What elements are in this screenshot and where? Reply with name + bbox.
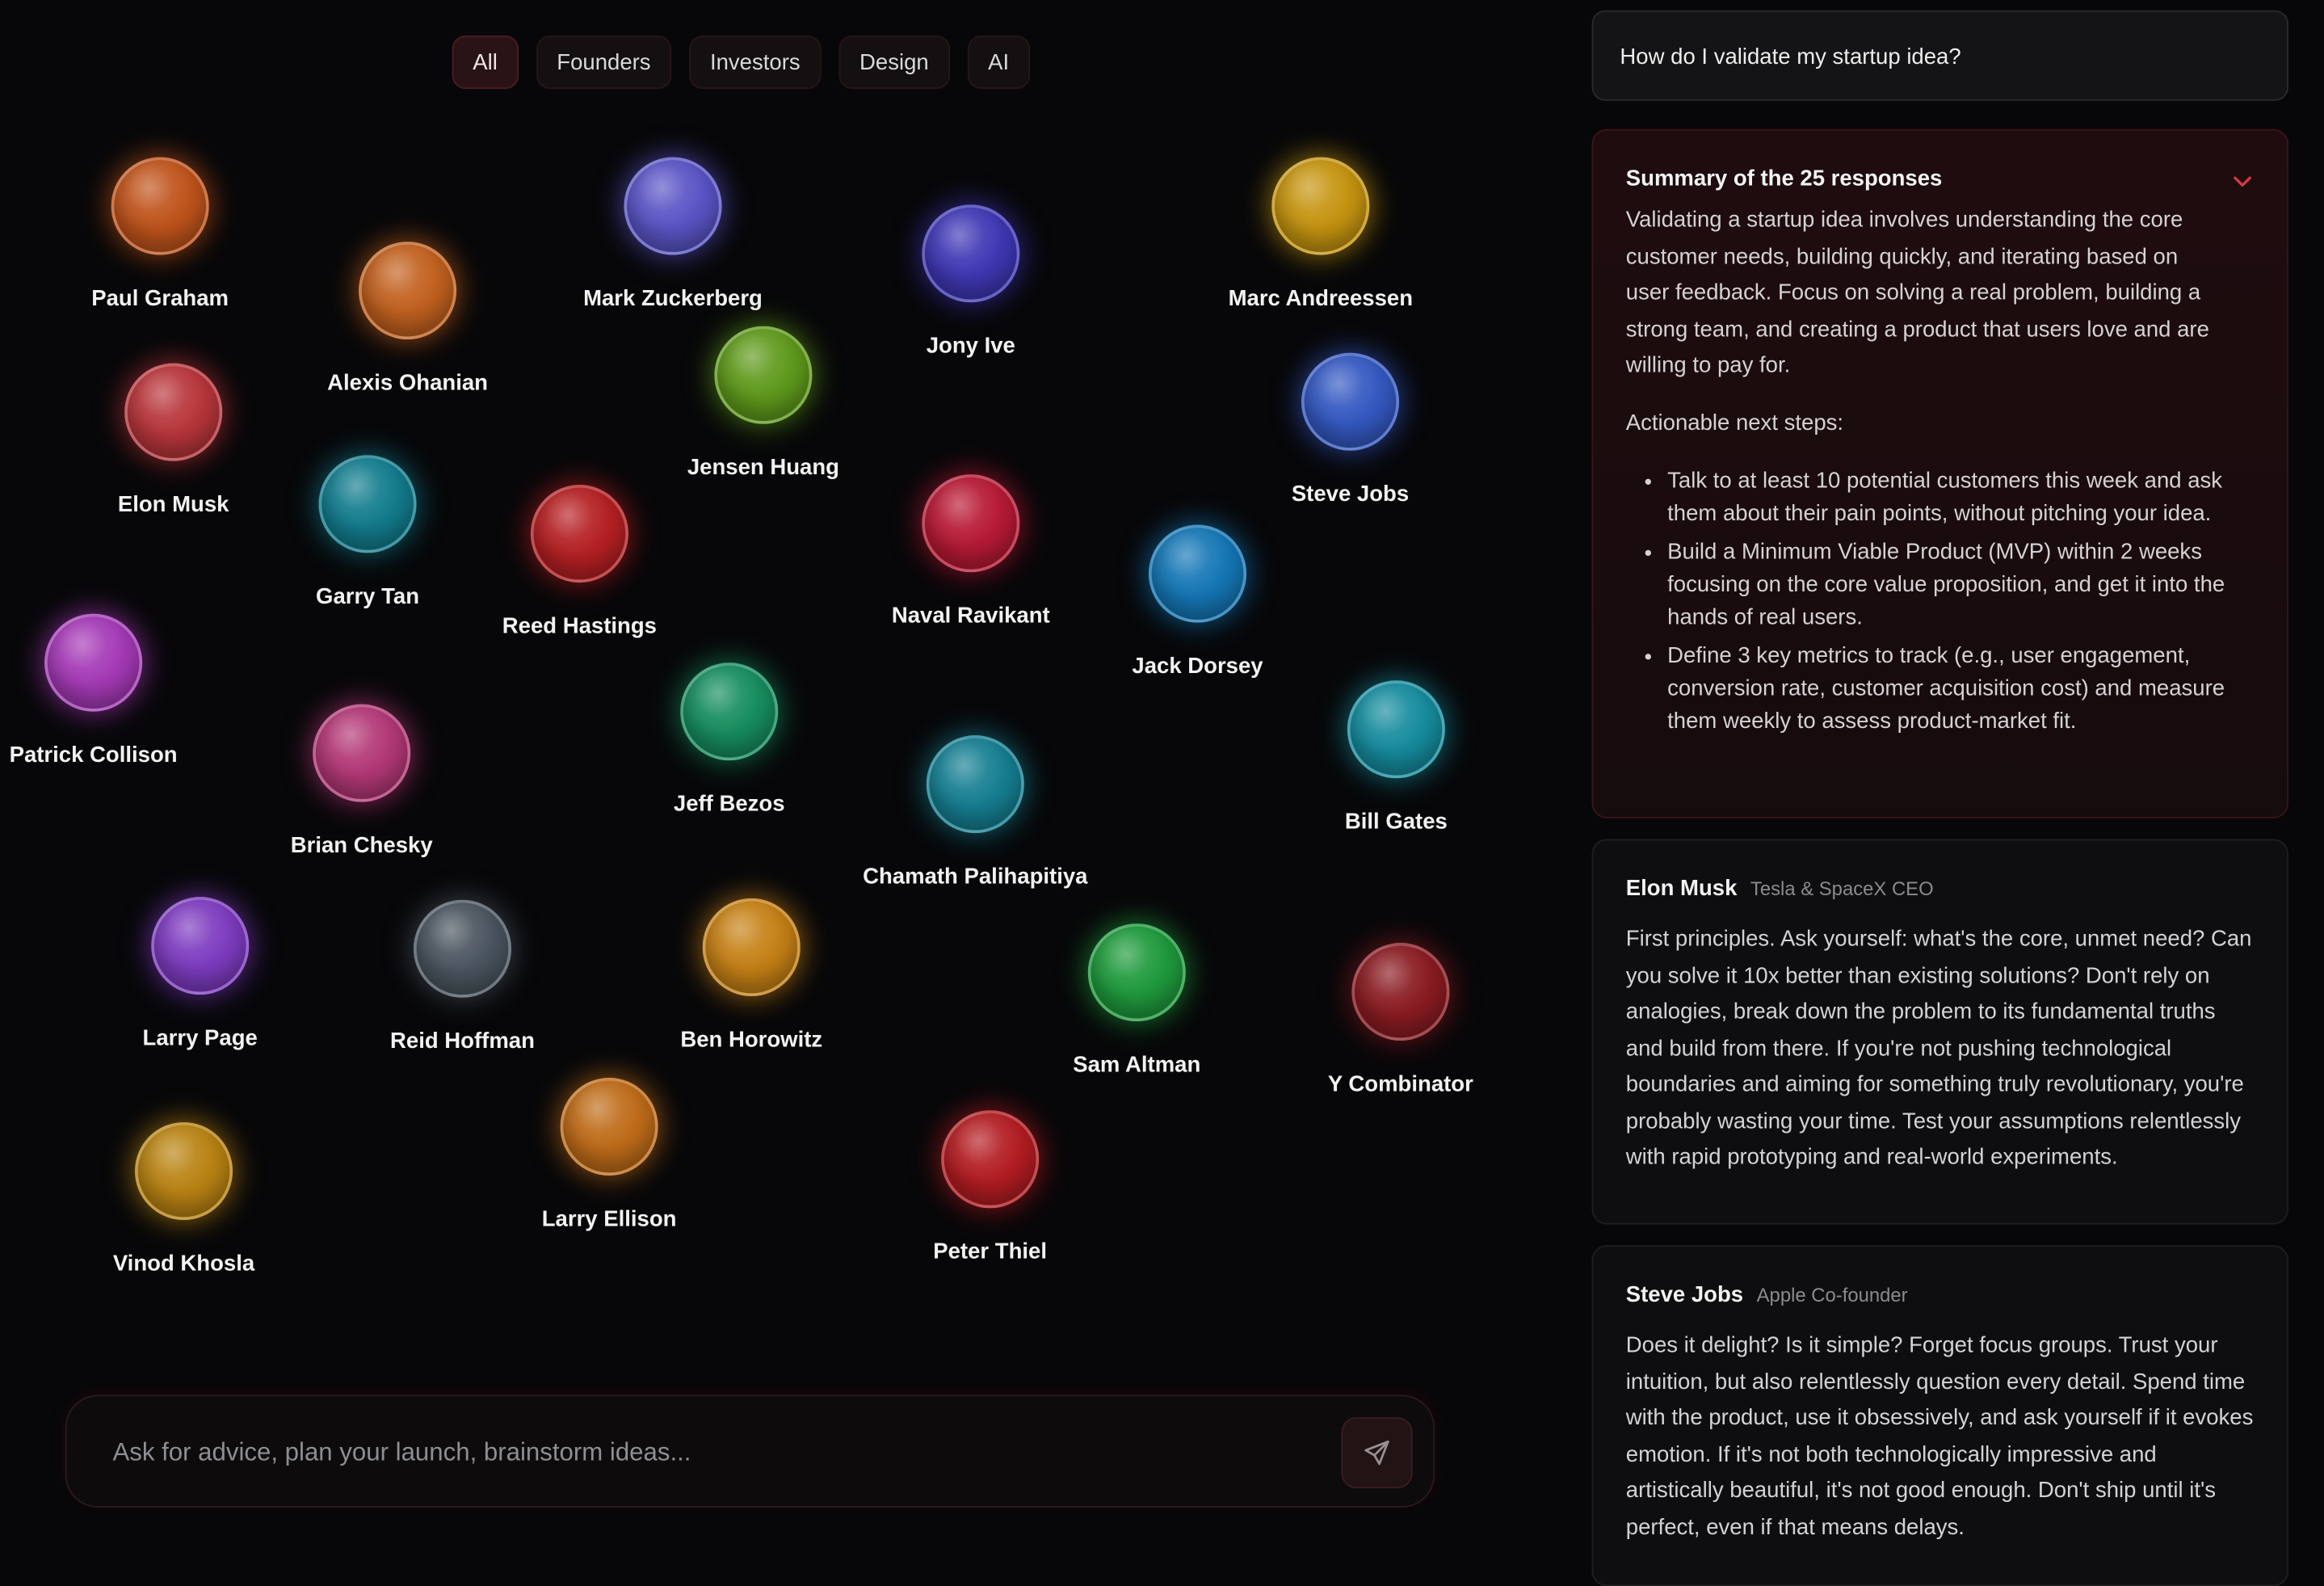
agent-orb[interactable] (702, 898, 801, 996)
agent-orb[interactable] (151, 897, 250, 995)
app-root: All Founders Investors Design AI Paul Gr… (0, 0, 2324, 1586)
agent-name: Ben Horowitz (680, 1027, 823, 1053)
steps-list: Talk to at least 10 potential customers … (1626, 465, 2231, 738)
response-card: Elon Musk Tesla & SpaceX CEO First princ… (1591, 839, 2288, 1225)
agent-orb[interactable] (922, 474, 1020, 573)
agent-orb[interactable] (134, 1121, 233, 1221)
response-role: Apple Co-founder (1756, 1283, 1908, 1306)
agent-name: Paul Graham (91, 286, 229, 312)
filter-bar: All Founders Investors Design AI (452, 36, 1030, 90)
agent-orb[interactable] (1271, 157, 1370, 255)
send-icon (1364, 1440, 1389, 1466)
question-box: How do I validate my startup idea? (1591, 10, 2288, 101)
step-item: Talk to at least 10 potential customers … (1667, 465, 2230, 530)
summary-card: Summary of the 25 responses Validating a… (1591, 128, 2288, 818)
response-author: Steve Jobs (1625, 1282, 1744, 1308)
response-text: Does it delight? Is it simple? Forget fo… (1625, 1332, 2254, 1540)
agent-orb[interactable] (680, 663, 779, 761)
agent-name: Jony Ive (926, 333, 1015, 360)
response-card: Steve Jobs Apple Co-founder Does it deli… (1591, 1245, 2288, 1586)
agent-orb[interactable] (111, 157, 209, 255)
agent-orb[interactable] (318, 455, 417, 553)
agent-name: Peter Thiel (933, 1239, 1047, 1265)
agent-name: Patrick Collison (9, 743, 178, 768)
agent-name: Alexis Ohanian (327, 370, 488, 396)
agent-orb[interactable] (714, 326, 813, 424)
agent-orb[interactable] (1351, 942, 1450, 1041)
agent-orb[interactable] (313, 704, 411, 802)
filter-investors[interactable]: Investors (689, 36, 822, 90)
agent-name: Garry Tan (316, 583, 420, 610)
agent-orb[interactable] (926, 735, 1024, 834)
agent-orb[interactable] (1087, 923, 1186, 1022)
agent-orb[interactable] (560, 1077, 658, 1176)
agent-name: Reed Hastings (502, 613, 657, 639)
agent-orb[interactable] (124, 363, 223, 461)
prompt-composer[interactable]: Ask for advice, plan your launch, brains… (65, 1395, 1435, 1508)
prompt-input-placeholder[interactable]: Ask for advice, plan your launch, brains… (112, 1438, 691, 1468)
filter-design[interactable]: Design (838, 36, 950, 90)
agent-orb[interactable] (624, 157, 722, 255)
agent-name: Y Combinator (1327, 1071, 1473, 1097)
response-header: Elon Musk Tesla & SpaceX CEO (1626, 876, 2255, 901)
steps-heading: Actionable next steps: (1625, 410, 1844, 435)
agent-orb[interactable] (922, 204, 1020, 303)
agent-orb[interactable] (530, 484, 628, 583)
agent-name: Steve Jobs (1291, 482, 1410, 507)
agent-name: Marc Andreessen (1228, 286, 1414, 312)
agent-name: Larry Ellison (541, 1206, 677, 1232)
agent-name: Jeff Bezos (673, 791, 785, 817)
agent-name: Vinod Khosla (112, 1251, 255, 1277)
agent-orb[interactable] (413, 899, 512, 998)
agent-name: Brian Chesky (290, 833, 433, 859)
agent-name: Jensen Huang (687, 455, 839, 481)
summary-title: Summary of the 25 responses (1625, 166, 1943, 191)
agent-orb[interactable] (359, 242, 457, 340)
summary-body: Validating a startup idea involves under… (1625, 207, 2209, 378)
response-author: Elon Musk (1625, 876, 1738, 902)
response-role: Tesla & SpaceX CEO (1750, 877, 1934, 900)
filter-founders[interactable]: Founders (536, 36, 672, 90)
step-item: Build a Minimum Viable Product (MVP) wit… (1667, 536, 2230, 633)
chevron-down-icon[interactable] (2230, 169, 2254, 192)
agent-name: Jack Dorsey (1132, 654, 1263, 679)
agent-orb[interactable] (1301, 352, 1400, 451)
agent-name: Chamath Palihapitiya (863, 864, 1088, 890)
filter-all[interactable]: All (452, 36, 519, 90)
filter-ai[interactable]: AI (967, 36, 1030, 90)
send-button[interactable] (1341, 1417, 1413, 1489)
agent-orb[interactable] (941, 1110, 1040, 1209)
response-header: Steve Jobs Apple Co-founder (1626, 1282, 2255, 1307)
response-text: First principles. Ask yourself: what's t… (1625, 926, 2252, 1170)
agent-name: Bill Gates (1344, 809, 1448, 835)
agent-name: Naval Ravikant (891, 603, 1050, 629)
step-item: Define 3 key metrics to track (e.g., use… (1667, 640, 2230, 738)
agent-orb[interactable] (1148, 524, 1247, 623)
agent-orb[interactable] (44, 613, 143, 712)
agent-name: Mark Zuckerberg (583, 286, 763, 312)
agent-orb[interactable] (1347, 680, 1445, 779)
